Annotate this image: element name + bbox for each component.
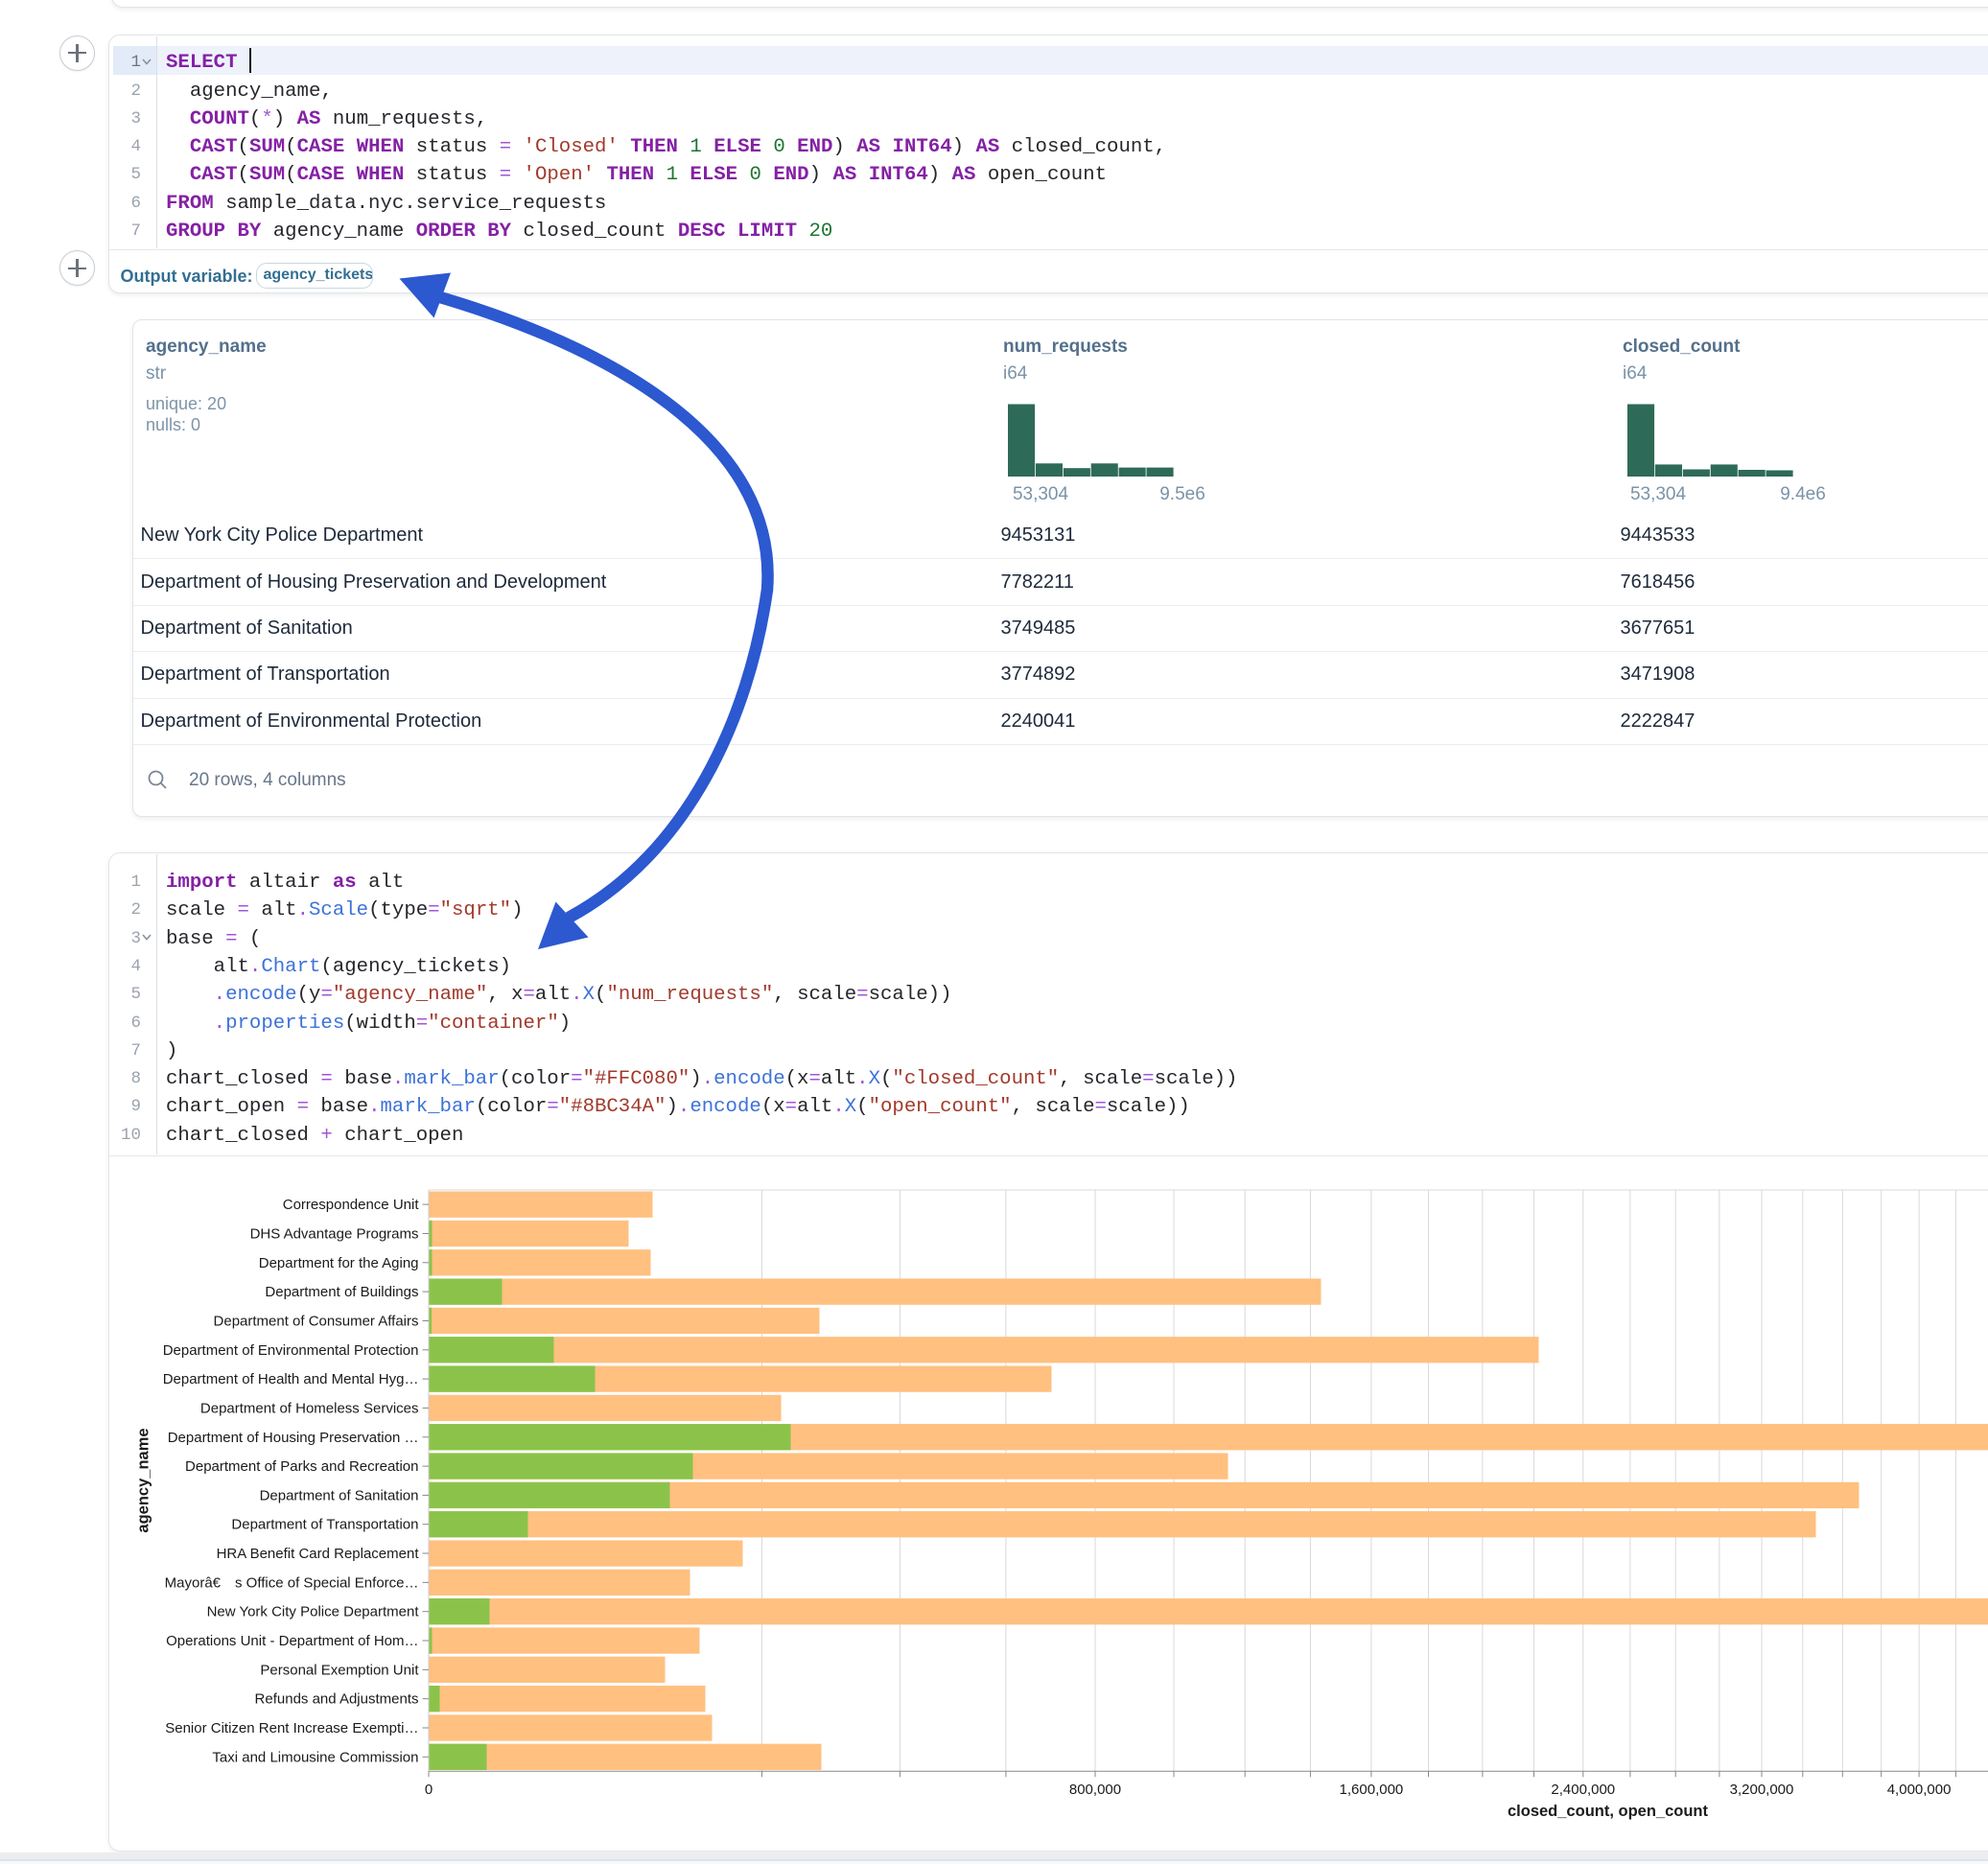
svg-text:Operations Unit - Department o: Operations Unit - Department of Hom… [166, 1633, 418, 1649]
svg-text:1,600,000: 1,600,000 [1339, 1782, 1403, 1798]
svg-text:Personal Exemption Unit: Personal Exemption Unit [260, 1662, 419, 1678]
svg-text:Correspondence Unit: Correspondence Unit [282, 1197, 419, 1213]
svg-text:0: 0 [424, 1782, 432, 1798]
svg-text:HRA Benefit Card Replacement: HRA Benefit Card Replacement [216, 1546, 419, 1562]
svg-text:Department of Parks and Recrea: Department of Parks and Recreation [185, 1458, 418, 1475]
svg-text:Department of Sanitation: Department of Sanitation [259, 1487, 418, 1503]
svg-text:Department of Consumer Affairs: Department of Consumer Affairs [213, 1314, 418, 1330]
svg-text:Refunds and Adjustments: Refunds and Adjustments [254, 1691, 418, 1708]
svg-text:Taxi and Limousine Commission: Taxi and Limousine Commission [212, 1749, 418, 1765]
svg-text:closed_count, open_count: closed_count, open_count [1507, 1803, 1708, 1820]
svg-text:Department of Environmental Pr: Department of Environmental Protection [162, 1342, 418, 1359]
svg-text:Department of Housing Preserva: Department of Housing Preservation … [167, 1430, 418, 1446]
svg-text:Department of Buildings: Department of Buildings [265, 1284, 418, 1300]
svg-text:Department for the Aging: Department for the Aging [258, 1255, 418, 1271]
svg-text:Department of Transportation: Department of Transportation [231, 1517, 418, 1533]
svg-text:Department of Homeless Service: Department of Homeless Services [199, 1400, 418, 1416]
svg-text:4,000,000: 4,000,000 [1886, 1782, 1951, 1798]
svg-text:agency_name: agency_name [134, 1428, 152, 1532]
svg-text:DHS Advantage Programs: DHS Advantage Programs [249, 1226, 418, 1243]
svg-text:Department of Health and Menta: Department of Health and Mental Hyg… [162, 1371, 418, 1387]
svg-text:Senior Citizen Rent Increase E: Senior Citizen Rent Increase Exempti… [165, 1720, 418, 1736]
svg-text:3,200,000: 3,200,000 [1729, 1782, 1793, 1798]
svg-text:New York City Police Departmen: New York City Police Department [206, 1604, 419, 1620]
svg-text:2,400,000: 2,400,000 [1551, 1782, 1615, 1798]
svg-text:800,000: 800,000 [1068, 1782, 1120, 1798]
svg-text:Mayorâ€ s Office of Special En: Mayorâ€ s Office of Special Enforce… [164, 1574, 418, 1591]
